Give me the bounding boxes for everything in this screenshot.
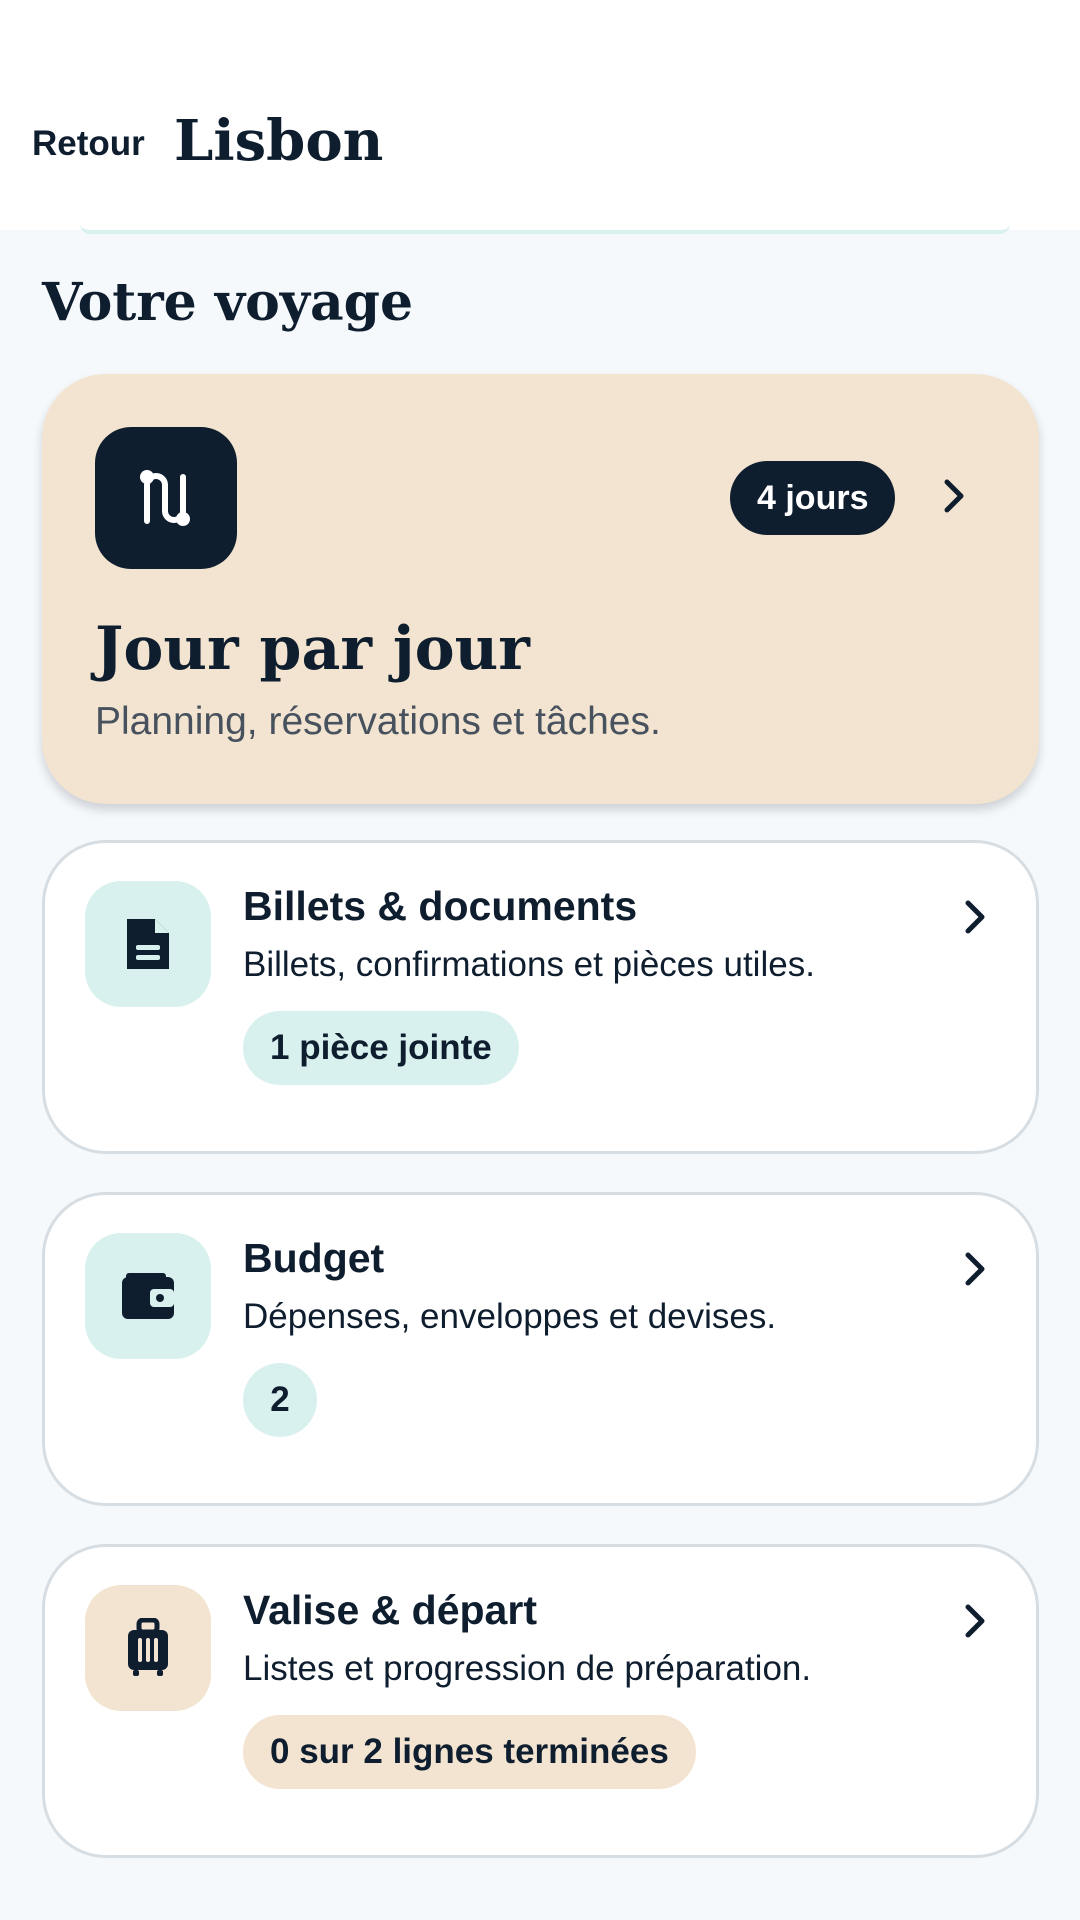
- day-by-day-card[interactable]: 4 jours Jour par jour Planning, réservat…: [42, 374, 1039, 804]
- card-title: Valise & départ: [243, 1587, 537, 1633]
- section-title: Votre voyage: [42, 272, 414, 333]
- card-title: Budget: [243, 1235, 385, 1281]
- chevron-right-icon: [965, 1604, 985, 1638]
- top-app-bar: Retour Lisbon: [0, 0, 1080, 230]
- packing-progress-badge: 0 sur 2 lignes terminées: [243, 1715, 696, 1789]
- day-by-day-title: Jour par jour: [95, 614, 530, 684]
- route-icon: [95, 427, 237, 569]
- scrolled-card-edge: [80, 224, 1010, 234]
- card-subtitle: Billets, confirmations et pièces utiles.: [243, 945, 815, 984]
- chevron-right-icon: [965, 1252, 985, 1286]
- page-title: Lisbon: [174, 108, 384, 174]
- expense-count-badge: 2: [243, 1363, 317, 1437]
- card-subtitle: Listes et progression de préparation.: [243, 1649, 812, 1688]
- chevron-right-icon: [944, 479, 964, 513]
- suitcase-departure-card[interactable]: Valise & départ Listes et progression de…: [42, 1544, 1039, 1858]
- day-by-day-subtitle: Planning, réservations et tâches.: [95, 700, 661, 743]
- wallet-icon: [85, 1233, 211, 1359]
- days-badge: 4 jours: [730, 461, 896, 535]
- tickets-documents-card[interactable]: Billets & documents Billets, confirmatio…: [42, 840, 1039, 1154]
- back-button[interactable]: Retour: [32, 124, 145, 164]
- attachment-count-badge: 1 pièce jointe: [243, 1011, 519, 1085]
- document-icon: [85, 881, 211, 1007]
- card-subtitle: Dépenses, enveloppes et devises.: [243, 1297, 777, 1336]
- budget-card[interactable]: Budget Dépenses, enveloppes et devises. …: [42, 1192, 1039, 1506]
- chevron-right-icon: [965, 900, 985, 934]
- card-title: Billets & documents: [243, 883, 638, 929]
- suitcase-icon: [85, 1585, 211, 1711]
